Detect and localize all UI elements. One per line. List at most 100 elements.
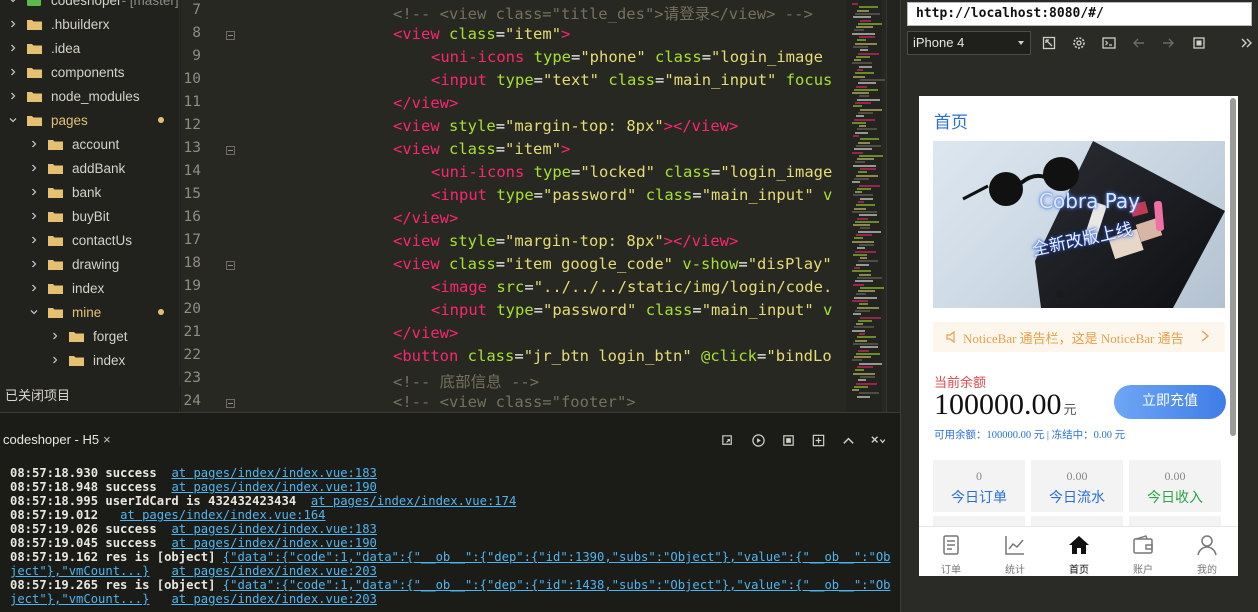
tree-item[interactable]: bank xyxy=(0,180,179,204)
chevron-right-icon[interactable] xyxy=(29,187,39,197)
stat-card[interactable]: 0 今日订单 xyxy=(933,460,1025,512)
code-token: class xyxy=(449,25,496,43)
log-link[interactable]: at pages/index/index.vue:183 xyxy=(171,466,376,480)
forward-arrow-icon[interactable] xyxy=(1159,34,1177,52)
tree-item[interactable]: .idea xyxy=(0,36,179,60)
chevron-right-icon[interactable] xyxy=(29,163,39,173)
log-link[interactable]: ject"},"vmCount...} xyxy=(10,564,149,578)
minimap-line xyxy=(853,75,865,78)
chevron-right-icon[interactable] xyxy=(29,259,39,269)
stat-card[interactable]: 0.00 今日流水 xyxy=(1031,460,1123,512)
chevron-right-icon[interactable] xyxy=(50,355,60,365)
stat-card[interactable]: 0.00 今日收入 xyxy=(1129,460,1221,512)
tree-item[interactable]: .hbuilderx xyxy=(0,12,179,36)
recharge-button[interactable]: 立即充值 xyxy=(1114,385,1226,419)
chevron-right-icon[interactable] xyxy=(8,43,18,53)
tab-stats[interactable]: 统计 xyxy=(985,527,1045,576)
chevron-down-icon[interactable] xyxy=(29,307,39,317)
tree-item[interactable]: node_modules xyxy=(0,84,179,108)
tab-label: 账户 xyxy=(1133,565,1153,576)
restart-icon[interactable] xyxy=(719,432,735,448)
minimap-line xyxy=(859,95,869,98)
log-link[interactable]: at pages/index/index.vue:190 xyxy=(171,536,376,550)
log-link[interactable]: at pages/index/index.vue:183 xyxy=(171,522,376,536)
code-token: "login_image xyxy=(711,48,824,66)
tree-item[interactable]: index xyxy=(0,348,179,372)
log-link[interactable]: {"data":{"code":1,"data":{"__ob__":{"dep… xyxy=(223,578,891,592)
chevron-right-icon[interactable] xyxy=(50,331,60,341)
chevron-right-icon[interactable] xyxy=(1199,329,1211,347)
stop-preview-icon[interactable] xyxy=(1190,34,1208,52)
line-number: 15 xyxy=(183,186,201,202)
tree-item[interactable]: pages xyxy=(0,108,179,132)
minimap[interactable] xyxy=(846,0,885,412)
chevron-up-icon[interactable] xyxy=(840,432,856,448)
code-editor[interactable]: 7 8 9 10 11 12 13 14 15 16 17 18 19 20 21 22 23 24 <!-- <… xyxy=(181,0,900,412)
tree-item[interactable]: forget xyxy=(0,324,179,348)
chevron-right-icon[interactable] xyxy=(29,211,39,221)
code-token: v xyxy=(823,301,833,319)
chevron-right-icon[interactable] xyxy=(29,235,39,245)
tab-home[interactable]: 首页 xyxy=(1049,527,1109,576)
log-link[interactable]: at pages/index/index.vue:203 xyxy=(171,592,376,606)
tab-account[interactable]: 账户 xyxy=(1113,527,1173,576)
tab-mine[interactable]: 我的 xyxy=(1177,527,1237,576)
run-icon[interactable] xyxy=(750,432,766,448)
close-panel-icon[interactable] xyxy=(869,432,885,448)
tree-item[interactable]: buyBit xyxy=(0,204,179,228)
chevron-down-icon[interactable] xyxy=(8,115,18,125)
fold-toggle-icon[interactable] xyxy=(226,31,235,40)
notice-text: NoticeBar 通告栏，这是 NoticeBar 通告 xyxy=(963,330,1184,346)
rotate-icon[interactable] xyxy=(1040,34,1058,52)
phone-scrollbar[interactable] xyxy=(1230,98,1236,436)
code-token: = xyxy=(757,347,767,365)
log-link[interactable]: ject"},"vmCount...} xyxy=(10,592,149,606)
tree-item[interactable]: addBank xyxy=(0,156,179,180)
log-link[interactable]: at pages/index/index.vue:164 xyxy=(120,508,325,522)
chevron-right-icon[interactable] xyxy=(29,283,39,293)
chevron-right-icon[interactable] xyxy=(29,139,39,149)
tree-item[interactable]: codeshoper - [master] xyxy=(0,0,179,12)
log-link[interactable]: {"data":{"code":1,"data":{"__ob__":{"dep… xyxy=(223,550,891,564)
editor-scrollbar[interactable] xyxy=(886,0,900,412)
tab-order[interactable]: 订单 xyxy=(921,527,981,576)
console-tab[interactable]: codeshoper - H5 × xyxy=(3,432,111,447)
chevron-down-icon[interactable] xyxy=(8,0,18,5)
tree-item[interactable]: components xyxy=(0,60,179,84)
terminal-icon[interactable] xyxy=(1100,34,1118,52)
tree-item[interactable]: index xyxy=(0,276,179,300)
minimap-line xyxy=(854,237,863,240)
log-link[interactable]: at pages/index/index.vue:190 xyxy=(171,480,376,494)
tree-item[interactable]: drawing xyxy=(0,252,179,276)
fold-toggle-icon[interactable] xyxy=(226,399,235,408)
chevron-right-icon[interactable] xyxy=(8,67,18,77)
fold-toggle-icon[interactable] xyxy=(226,261,235,270)
chevron-right-icon[interactable] xyxy=(8,91,18,101)
fold-toggle-icon[interactable] xyxy=(226,146,235,155)
close-icon[interactable]: × xyxy=(103,432,111,447)
code-token: <!-- 底部信息 --> xyxy=(393,373,539,391)
tree-item[interactable]: mine xyxy=(0,300,179,324)
url-input[interactable]: http://localhost:8080/#/ xyxy=(907,2,1252,26)
stop-icon[interactable] xyxy=(780,432,796,448)
notice-bar[interactable]: NoticeBar 通告栏，这是 NoticeBar 通告 xyxy=(933,322,1225,352)
settings-icon[interactable] xyxy=(1070,34,1088,52)
chevron-right-icon[interactable] xyxy=(8,19,18,29)
tree-item[interactable]: contactUs xyxy=(0,228,179,252)
clear-console-icon[interactable] xyxy=(810,432,826,448)
back-arrow-icon[interactable] xyxy=(1130,34,1148,52)
code-token: style xyxy=(449,117,496,135)
code-line: <input type="text" class="main_input" fo… xyxy=(431,71,832,89)
line-number: 16 xyxy=(183,209,201,225)
log-link[interactable]: at pages/index/index.vue:174 xyxy=(311,494,516,508)
tree-item[interactable]: account xyxy=(0,132,179,156)
closed-projects-label[interactable]: 已关闭项目 xyxy=(0,385,180,409)
banner-image[interactable]: Cobra Pay 全新改版上线 xyxy=(933,141,1225,308)
code-token: "text" xyxy=(543,71,600,89)
minimap-line xyxy=(852,3,858,5)
double-chevron-right-icon[interactable] xyxy=(1237,34,1255,52)
device-select[interactable]: iPhone 4 xyxy=(907,31,1031,55)
log-link[interactable]: at pages/index/index.vue:203 xyxy=(171,564,376,578)
